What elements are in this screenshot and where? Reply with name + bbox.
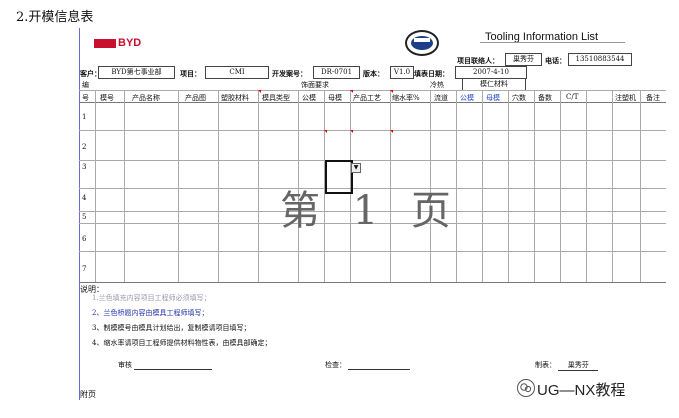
col-mold-no: 模号 bbox=[100, 94, 114, 102]
grid-hline bbox=[79, 130, 666, 131]
date-label: 填表日期： bbox=[414, 69, 449, 78]
comment-marker-icon bbox=[347, 130, 353, 133]
col-runner: 流道 bbox=[434, 94, 448, 102]
grid-vline bbox=[640, 90, 641, 282]
grid-vline bbox=[178, 90, 179, 282]
note-item: 2、兰色桥题内容由模具工程师填写； bbox=[92, 309, 209, 317]
col-plastic-material: 塑胶材料 bbox=[221, 94, 249, 102]
title-underline bbox=[480, 42, 625, 43]
version-label: 版本： bbox=[363, 69, 384, 78]
grid-hline bbox=[79, 251, 666, 252]
review-signature-field[interactable] bbox=[134, 361, 213, 370]
comment-marker-icon bbox=[347, 90, 353, 93]
note-item: 1.兰色填充内容项目工程师必须填写； bbox=[92, 294, 211, 302]
col-insert-cavity: 母模 bbox=[486, 94, 500, 102]
row-number: 1 bbox=[82, 113, 87, 121]
logo-bar-icon bbox=[94, 38, 116, 48]
check-signature-field[interactable] bbox=[348, 361, 411, 370]
row-number: 7 bbox=[82, 265, 87, 273]
header-no: 编 bbox=[82, 81, 89, 89]
comment-marker-icon bbox=[321, 130, 327, 133]
grid-vline bbox=[586, 90, 587, 282]
wechat-icon bbox=[517, 379, 535, 397]
col-insert-core: 公模 bbox=[460, 94, 474, 102]
grid-vline bbox=[95, 90, 96, 282]
note-item: 4、缩水率请项目工程师提供材料物性表，由模具部确定； bbox=[92, 339, 272, 347]
header-no2: 号 bbox=[82, 94, 89, 102]
prepared-label: 制表： bbox=[535, 361, 556, 369]
header-hot: 冷热 bbox=[430, 81, 444, 89]
case-field[interactable]: DR-0701 bbox=[313, 66, 360, 79]
project-field[interactable]: CMI bbox=[205, 66, 269, 79]
grid-vline bbox=[218, 90, 219, 282]
col-product-drawing: 产品图 bbox=[185, 94, 206, 102]
grid-hline bbox=[79, 160, 666, 161]
col-finish-core: 公模 bbox=[302, 94, 316, 102]
page-watermark: 第 1 页 bbox=[280, 188, 461, 234]
phone-label: 电话： bbox=[545, 56, 566, 65]
col-spare: 备数 bbox=[538, 94, 552, 102]
header-finish: 饰面要求 bbox=[301, 81, 329, 89]
col-shrinkage: 缩水率% bbox=[392, 94, 420, 102]
page-footer: 附页 bbox=[80, 390, 96, 399]
comment-marker-icon bbox=[255, 90, 261, 93]
col-remarks: 备注 bbox=[646, 94, 660, 102]
brand-logo: BYD bbox=[94, 37, 141, 49]
col-injection-machine: 注塑机 bbox=[615, 94, 636, 102]
grid-hline bbox=[79, 282, 666, 283]
grid-vline bbox=[508, 90, 509, 282]
prepared-signature-field[interactable]: 巢秀芬 bbox=[558, 360, 599, 371]
row-number: 6 bbox=[82, 235, 87, 243]
version-field[interactable]: V1.0 bbox=[390, 66, 414, 79]
grid-vline bbox=[534, 90, 535, 282]
col-product-name: 产品名称 bbox=[132, 94, 160, 102]
comment-marker-icon bbox=[387, 130, 393, 133]
col-mold-type: 模具类型 bbox=[262, 94, 290, 102]
grid-vline bbox=[258, 90, 259, 282]
logo-text: BYD bbox=[118, 37, 142, 49]
channel-brand: UG—NX教程 bbox=[537, 382, 626, 399]
contact-label: 项目联络人： bbox=[457, 56, 499, 65]
col-product-process: 产品工艺 bbox=[353, 94, 381, 102]
phone-field[interactable]: 13510883544 bbox=[568, 53, 632, 66]
col-cycle-time: C/T bbox=[566, 93, 579, 101]
grid-hline bbox=[79, 90, 666, 91]
contact-field[interactable]: 巢秀芬 bbox=[505, 53, 542, 66]
check-label: 检查： bbox=[325, 361, 346, 369]
grid-vline bbox=[124, 90, 125, 282]
customer-field[interactable]: BYD第七事业部 bbox=[98, 66, 175, 79]
grid-vline bbox=[560, 90, 561, 282]
row-number: 2 bbox=[82, 143, 87, 151]
section-heading: 2.开模信息表 bbox=[16, 10, 94, 25]
row-number: 4 bbox=[82, 194, 87, 202]
row-number: 5 bbox=[82, 213, 87, 221]
case-label: 开发案号： bbox=[272, 69, 307, 78]
project-label: 项目： bbox=[180, 69, 201, 78]
col-finish-cavity: 母模 bbox=[328, 94, 342, 102]
note-item: 3、制模模号由模具计划给出，复制模请项目填写； bbox=[92, 324, 251, 332]
company-emblem-icon bbox=[405, 30, 439, 56]
comment-marker-icon bbox=[387, 90, 393, 93]
grid-vline bbox=[612, 90, 613, 282]
row-number: 3 bbox=[82, 163, 87, 171]
col-cavities: 穴数 bbox=[512, 94, 526, 102]
dropdown-arrow-icon[interactable]: ▼ bbox=[351, 163, 361, 173]
grid-vline bbox=[482, 90, 483, 282]
review-label: 审核 bbox=[118, 361, 132, 369]
